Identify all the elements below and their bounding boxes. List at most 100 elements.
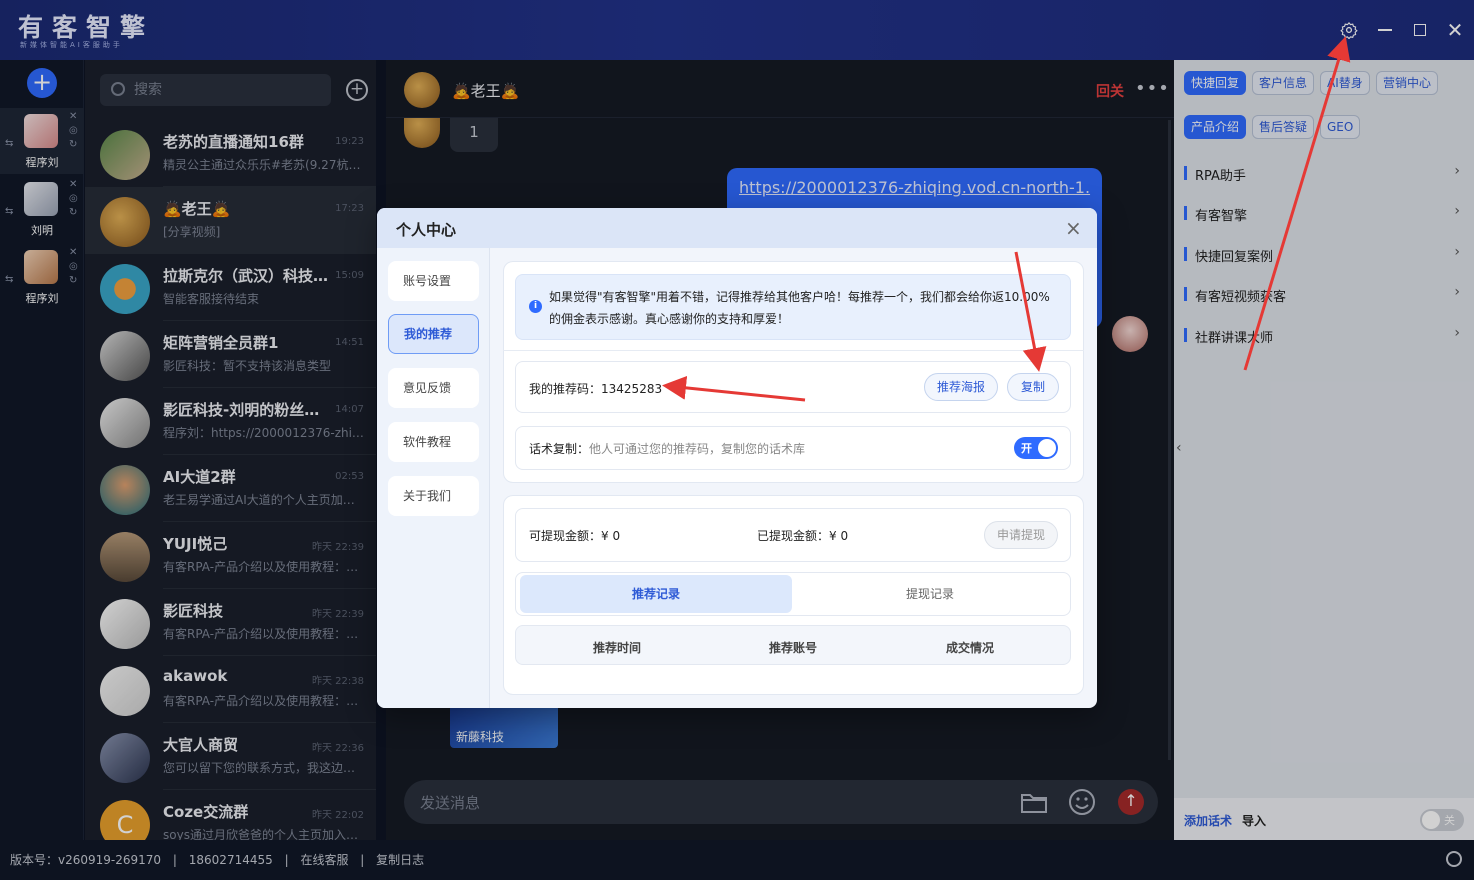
switch-icon[interactable]: ⇆ <box>5 138 13 149</box>
account-item[interactable]: ✕ ◎ ↻ ⇆ 刘明 <box>0 176 84 242</box>
chat-time: 15:09 <box>335 270 364 281</box>
nav-about[interactable]: 关于我们 <box>388 476 479 516</box>
chat-name: 🙇老王🙇 <box>163 200 231 218</box>
chat-list-item[interactable]: 影匠科技-刘明的粉丝… 14:07 程序刘：https://2000012376… <box>85 388 376 455</box>
dialog-close-icon[interactable]: × <box>1065 216 1082 240</box>
reply-category-item[interactable]: 有客智擎 › <box>1184 202 1464 226</box>
reply-category-item[interactable]: 有客短视频获客 › <box>1184 283 1464 307</box>
close-icon[interactable]: ✕ <box>69 111 77 122</box>
chat-list-item-selected[interactable]: 🙇老王🙇 17:23 [分享视频] <box>85 187 376 254</box>
contact-avatar[interactable] <box>404 72 440 108</box>
chat-time: 19:23 <box>335 136 364 147</box>
close-icon[interactable]: ✕ <box>69 179 77 190</box>
tab-marketing-center[interactable]: 营销中心 <box>1376 71 1439 95</box>
add-account-button[interactable]: + <box>27 68 57 98</box>
chat-list-item[interactable]: 老苏的直播通知16群 19:23 精灵公主通过众乐乐#老苏(9.27杭… <box>85 120 376 187</box>
online-service-link[interactable]: 在线客服 <box>300 853 348 867</box>
chat-time: 17:23 <box>335 203 364 214</box>
chat-list-item[interactable]: akawok 昨天 22:38 有客RPA-产品介绍以及使用教程：… <box>85 656 376 723</box>
refresh-icon[interactable]: ↻ <box>69 275 77 286</box>
account-avatar <box>24 182 58 216</box>
panel-toggle[interactable]: 关 <box>1420 809 1464 831</box>
nav-tutorials[interactable]: 软件教程 <box>388 422 479 462</box>
nav-my-referral[interactable]: 我的推荐 <box>388 314 479 354</box>
chat-list-item[interactable]: 矩阵营销全员群1 14:51 影匠科技：暂不支持该消息类型 <box>85 321 376 388</box>
send-button[interactable]: ↑ <box>1118 789 1144 815</box>
account-item[interactable]: ✕ ◎ ↻ ⇆ 程序刘 <box>0 108 84 174</box>
collapse-panel-icon[interactable]: ‹ <box>1176 440 1182 456</box>
chat-list-item[interactable]: 大官人商贸 昨天 22:36 您可以留下您的联系方式，我这边… <box>85 723 376 790</box>
search-input[interactable]: 搜索 <box>100 74 331 106</box>
minimize-icon[interactable] <box>1373 18 1397 42</box>
switch-icon[interactable]: ⇆ <box>5 206 13 217</box>
chat-name: 老苏的直播通知16群 <box>163 133 304 151</box>
chat-list-item[interactable]: C Coze交流群 昨天 22:02 soys通过月欣爸爸的个人主页加入… <box>85 790 376 840</box>
nav-account-settings[interactable]: 账号设置 <box>388 261 479 301</box>
toggle-label: 开 <box>1021 442 1032 455</box>
globe-icon[interactable]: ◎ <box>69 125 78 136</box>
add-chat-icon[interactable]: + <box>346 79 368 101</box>
panel-toggle-label: 关 <box>1444 814 1455 827</box>
refresh-icon[interactable]: ↻ <box>69 139 77 150</box>
tab-geo[interactable]: GEO <box>1320 115 1361 139</box>
tab-ai-avatar[interactable]: AI替身 <box>1320 71 1370 95</box>
script-copy-desc: 他人可通过您的推荐码，复制您的话术库 <box>589 442 806 456</box>
chat-preview: [分享视频] <box>163 225 221 239</box>
folder-icon[interactable] <box>1020 790 1048 818</box>
close-window-icon[interactable]: ✕ <box>1443 18 1467 42</box>
account-item[interactable]: ✕ ◎ ↻ ⇆ 程序刘 <box>0 244 84 310</box>
reply-category-label: 快捷回复案例 <box>1195 250 1274 265</box>
tab-product-intro[interactable]: 产品介绍 <box>1184 115 1247 139</box>
reply-category-item[interactable]: 社群讲课大师 › <box>1184 324 1464 348</box>
add-script-button[interactable]: 添加话术 <box>1184 812 1232 829</box>
chat-list-item[interactable]: YUJI悦己 昨天 22:39 有客RPA-产品介绍以及使用教程：… <box>85 522 376 589</box>
globe-icon[interactable]: ◎ <box>69 193 78 204</box>
col-referral-account: 推荐账号 <box>769 641 818 655</box>
chat-list-item[interactable]: 影匠科技 昨天 22:39 有客RPA-产品介绍以及使用教程：… <box>85 589 376 656</box>
chat-avatar <box>100 465 150 515</box>
follow-back-button[interactable]: 回关 <box>1096 81 1124 101</box>
referral-label: 我的推荐码： <box>529 382 602 396</box>
language-globe-icon[interactable] <box>1446 851 1462 867</box>
refresh-icon[interactable]: ↻ <box>69 207 77 218</box>
tab-quick-reply[interactable]: 快捷回复 <box>1184 71 1247 95</box>
emoji-icon[interactable] <box>1068 788 1096 820</box>
script-copy-text: 话术复制：他人可通过您的推荐码，复制您的话术库 <box>529 440 805 457</box>
more-options-icon[interactable]: ••• <box>1135 78 1170 99</box>
app-subtitle: 新媒体智能AI客服助手 <box>20 41 123 49</box>
dialog-title: 个人中心 <box>396 221 457 239</box>
script-copy-label: 话术复制： <box>529 442 590 456</box>
copy-code-button[interactable]: 复制 <box>1007 373 1059 401</box>
tab-referral-records[interactable]: 推荐记录 <box>520 575 792 613</box>
chat-time: 02:53 <box>335 471 364 482</box>
reply-category-label: 有客短视频获客 <box>1195 290 1287 305</box>
chat-list-item[interactable]: AI大道2群 02:53 老王易学通过AI大道的个人主页加… <box>85 455 376 522</box>
tab-withdraw-records[interactable]: 提现记录 <box>794 575 1066 613</box>
chat-list-item[interactable]: 拉斯克尔（武汉）科技… 15:09 智能客服接待结束 <box>85 254 376 321</box>
reply-category-item[interactable]: 快捷回复案例 › <box>1184 243 1464 267</box>
reply-category-item[interactable]: RPA助手 › <box>1184 162 1464 186</box>
import-button[interactable]: 导入 <box>1242 812 1266 829</box>
chat-preview: 智能客服接待结束 <box>163 292 260 306</box>
close-icon[interactable]: ✕ <box>69 247 77 258</box>
globe-icon[interactable]: ◎ <box>69 261 78 272</box>
settings-gear-icon[interactable] <box>1337 18 1361 42</box>
nav-feedback[interactable]: 意见反馈 <box>388 368 479 408</box>
scrollbar[interactable] <box>1168 120 1171 760</box>
message-input-placeholder: 发送消息 <box>420 794 481 812</box>
withdraw-button[interactable]: 申请提现 <box>984 521 1058 549</box>
col-referral-time: 推荐时间 <box>593 641 642 655</box>
chat-time: 14:51 <box>335 337 364 348</box>
app-title: 有客智擎 <box>18 13 155 42</box>
chat-preview: 有客RPA-产品介绍以及使用教程：… <box>163 694 359 708</box>
tab-after-sales[interactable]: 售后答疑 <box>1252 115 1315 139</box>
chat-avatar: C <box>100 800 150 840</box>
chat-preview: 程序刘：https://2000012376-zhi… <box>163 426 364 440</box>
copy-log-link[interactable]: 复制日志 <box>376 853 424 867</box>
switch-icon[interactable]: ⇆ <box>5 274 13 285</box>
tab-customer-info[interactable]: 客户信息 <box>1252 71 1315 95</box>
referral-poster-button[interactable]: 推荐海报 <box>924 373 998 401</box>
maximize-icon[interactable] <box>1408 18 1432 42</box>
dialog-header <box>377 208 1097 248</box>
chat-time: 昨天 22:02 <box>312 810 364 821</box>
